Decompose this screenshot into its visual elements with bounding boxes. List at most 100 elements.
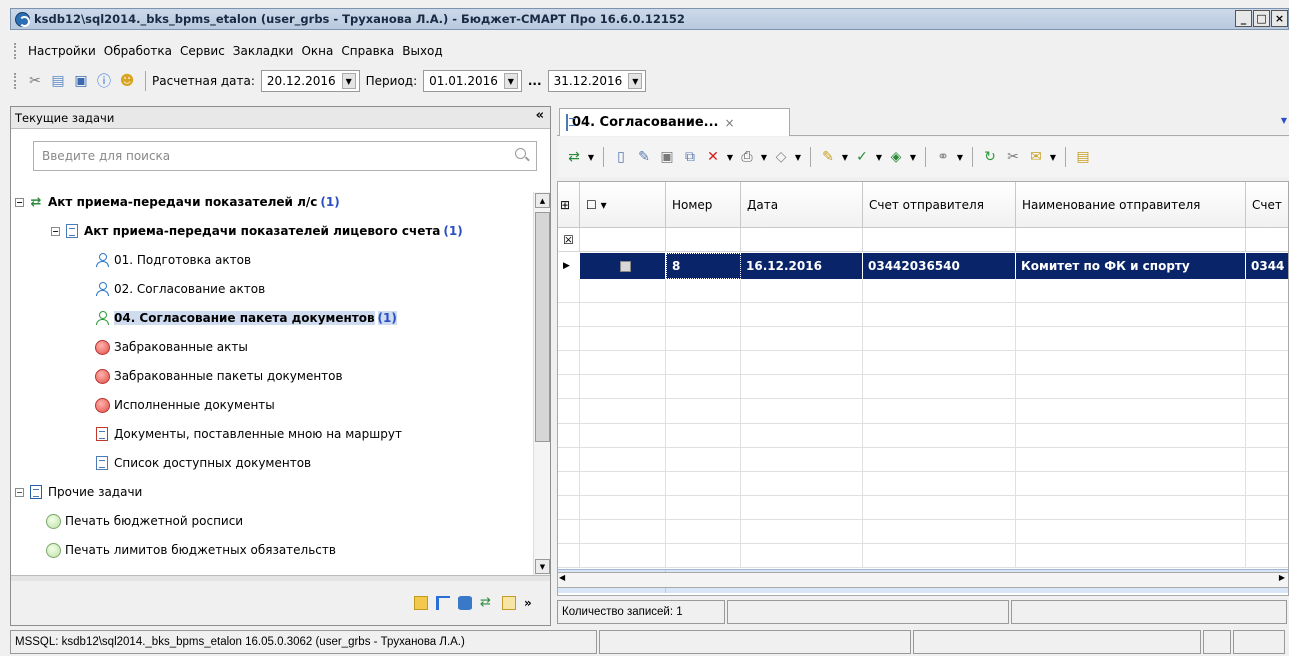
chevron-down-icon[interactable]: ▼ xyxy=(1048,146,1058,168)
tools-icon[interactable]: ✂ xyxy=(1002,146,1024,168)
info-icon[interactable]: ⓘ xyxy=(93,70,115,92)
eraser-icon[interactable]: ◇ xyxy=(770,146,792,168)
tab-approve-package[interactable]: 04. Согласование... × xyxy=(559,108,790,136)
menu-bookmarks[interactable]: Закладки xyxy=(229,44,298,58)
tree-node-my-routed-docs[interactable]: Документы, поставленные мною на маршрут xyxy=(94,424,402,444)
search-icon[interactable] xyxy=(515,148,526,159)
maximize-button[interactable]: □ xyxy=(1253,10,1270,27)
column-header-sender-account[interactable]: Счет отправителя xyxy=(863,182,1016,228)
refresh-icon[interactable]: ↻ xyxy=(979,146,1001,168)
export-icon[interactable]: ▤ xyxy=(1072,146,1094,168)
chevron-down-icon[interactable]: ▼ xyxy=(793,146,803,168)
scroll-right-icon[interactable]: ▶ xyxy=(1279,573,1285,582)
chevron-down-icon[interactable]: ▼ xyxy=(725,146,735,168)
chevron-down-icon[interactable]: ▼ xyxy=(908,146,918,168)
tree-node-other-tasks[interactable]: − Прочие задачи xyxy=(15,482,142,502)
cell-account[interactable]: 0344 xyxy=(1246,253,1288,279)
link-icon[interactable]: ⚭ xyxy=(932,146,954,168)
period-from-combo[interactable]: 01.01.2016 ▼ xyxy=(423,70,522,92)
filter-cell[interactable] xyxy=(1016,228,1246,252)
report-icon[interactable]: ▣ xyxy=(70,70,92,92)
close-tab-icon[interactable]: × xyxy=(724,116,734,130)
tree-node-act-account[interactable]: − Акт приема-передачи показателей лицево… xyxy=(51,221,463,241)
search-input[interactable]: Введите для поиска xyxy=(33,141,537,171)
tab-list-chevron-icon[interactable]: ▼ xyxy=(1281,116,1287,125)
tree-node-approve-acts[interactable]: 02. Согласование актов xyxy=(94,279,265,299)
grid-hscrollbar[interactable]: ◀ ▶ xyxy=(557,572,1289,588)
tree-node-available-docs[interactable]: Список доступных документов xyxy=(94,453,311,473)
chevron-down-icon[interactable]: ▼ xyxy=(874,146,884,168)
users-icon[interactable]: ☻ xyxy=(116,70,138,92)
filter-cell[interactable] xyxy=(666,228,741,252)
chevron-down-icon[interactable]: ▼ xyxy=(628,73,643,89)
more-icon[interactable]: » xyxy=(524,596,538,610)
select-all-checkbox[interactable]: ☐ ▾ xyxy=(580,182,666,228)
folder-icon[interactable] xyxy=(414,596,428,610)
menu-exit[interactable]: Выход xyxy=(398,44,446,58)
menu-help[interactable]: Справка xyxy=(337,44,398,58)
collapse-icon[interactable]: − xyxy=(15,197,24,207)
save-icon[interactable]: ▣ xyxy=(656,146,678,168)
column-chooser-icon[interactable]: ⊞ xyxy=(558,182,580,228)
chevron-down-icon[interactable]: ▼ xyxy=(955,146,965,168)
row-checkbox[interactable] xyxy=(580,253,666,279)
collapse-icon[interactable]: − xyxy=(15,487,24,497)
cell-date[interactable]: 16.12.2016 xyxy=(741,253,863,279)
filter-cell[interactable] xyxy=(741,228,863,252)
chevron-down-icon[interactable]: ▼ xyxy=(341,73,356,89)
document-status-icon[interactable]: ◈ xyxy=(885,146,907,168)
menu-service[interactable]: Сервис xyxy=(176,44,229,58)
tree-node-prepare-acts[interactable]: 01. Подготовка актов xyxy=(94,250,251,270)
document-check-icon[interactable]: ✓ xyxy=(851,146,873,168)
column-header-sender-name[interactable]: Наименование отправителя xyxy=(1016,182,1246,228)
filter-cell[interactable] xyxy=(1246,228,1288,252)
menu-windows[interactable]: Окна xyxy=(297,44,337,58)
print-icon[interactable]: ⎙ xyxy=(736,146,758,168)
tree-node-executed-docs[interactable]: Исполненные документы xyxy=(94,395,275,415)
new-document-icon[interactable]: ▯ xyxy=(610,146,632,168)
route-icon[interactable]: ⇄ xyxy=(563,146,585,168)
tree-node-print-budget[interactable]: Печать бюджетной росписи xyxy=(45,511,243,531)
chevron-down-icon[interactable]: ▼ xyxy=(759,146,769,168)
tree-node-rejected-packages[interactable]: Забракованные пакеты документов xyxy=(94,366,343,386)
menu-settings[interactable]: Настройки xyxy=(24,44,100,58)
filter-icon[interactable]: ☒ xyxy=(558,228,580,252)
filter-cell[interactable] xyxy=(580,228,666,252)
cell-sender-name[interactable]: Комитет по ФК и спорту xyxy=(1016,253,1246,279)
mail-icon[interactable]: ✉ xyxy=(1025,146,1047,168)
tools-icon[interactable]: ✂ xyxy=(24,70,46,92)
copy-icon[interactable]: ⧉ xyxy=(679,146,701,168)
route-icon[interactable]: ⇄ xyxy=(480,596,494,610)
resize-grip[interactable] xyxy=(1233,630,1285,654)
scroll-down-icon[interactable]: ▼ xyxy=(535,559,550,574)
tree-node-rejected-acts[interactable]: Забракованные акты xyxy=(94,337,248,357)
tree-node-act-ls[interactable]: − ⇄ Акт приема-передачи показателей л/с … xyxy=(15,192,340,212)
edit-icon[interactable]: ✎ xyxy=(633,146,655,168)
tree-list-icon[interactable] xyxy=(436,596,450,610)
scroll-thumb[interactable] xyxy=(535,212,550,442)
chevron-down-icon[interactable]: ▼ xyxy=(586,146,596,168)
scroll-up-icon[interactable]: ▲ xyxy=(535,193,550,208)
close-button[interactable]: × xyxy=(1271,10,1288,27)
table-row[interactable]: ▶ 8 16.12.2016 03442036540 Комитет по ФК… xyxy=(558,253,1288,279)
delete-icon[interactable]: ✕ xyxy=(702,146,724,168)
cell-number[interactable]: 8 xyxy=(666,253,741,279)
period-to-combo[interactable]: 31.12.2016 ▼ xyxy=(547,70,647,92)
tree-scrollbar[interactable]: ▲ ▼ xyxy=(533,192,550,575)
column-header-date[interactable]: Дата xyxy=(741,182,863,228)
chevron-down-icon[interactable]: ▼ xyxy=(503,73,518,89)
document-edit-icon[interactable]: ✎ xyxy=(817,146,839,168)
dictionary-icon[interactable]: ▤ xyxy=(47,70,69,92)
tree-node-approve-package[interactable]: 04. Согласование пакета документов (1) xyxy=(94,308,397,328)
chevron-down-icon[interactable]: ▼ xyxy=(840,146,850,168)
cell-sender-account[interactable]: 03442036540 xyxy=(863,253,1016,279)
mail-icon[interactable] xyxy=(502,596,516,610)
column-header-account[interactable]: Счет xyxy=(1246,182,1288,228)
scroll-left-icon[interactable]: ◀ xyxy=(559,573,565,582)
calc-date-combo[interactable]: 20.12.2016 ▼ xyxy=(260,70,360,92)
collapse-panel-icon[interactable]: « xyxy=(536,108,544,123)
column-header-number[interactable]: Номер xyxy=(666,182,741,228)
minimize-button[interactable]: _ xyxy=(1235,10,1252,27)
database-icon[interactable] xyxy=(458,596,472,610)
filter-cell[interactable] xyxy=(863,228,1016,252)
